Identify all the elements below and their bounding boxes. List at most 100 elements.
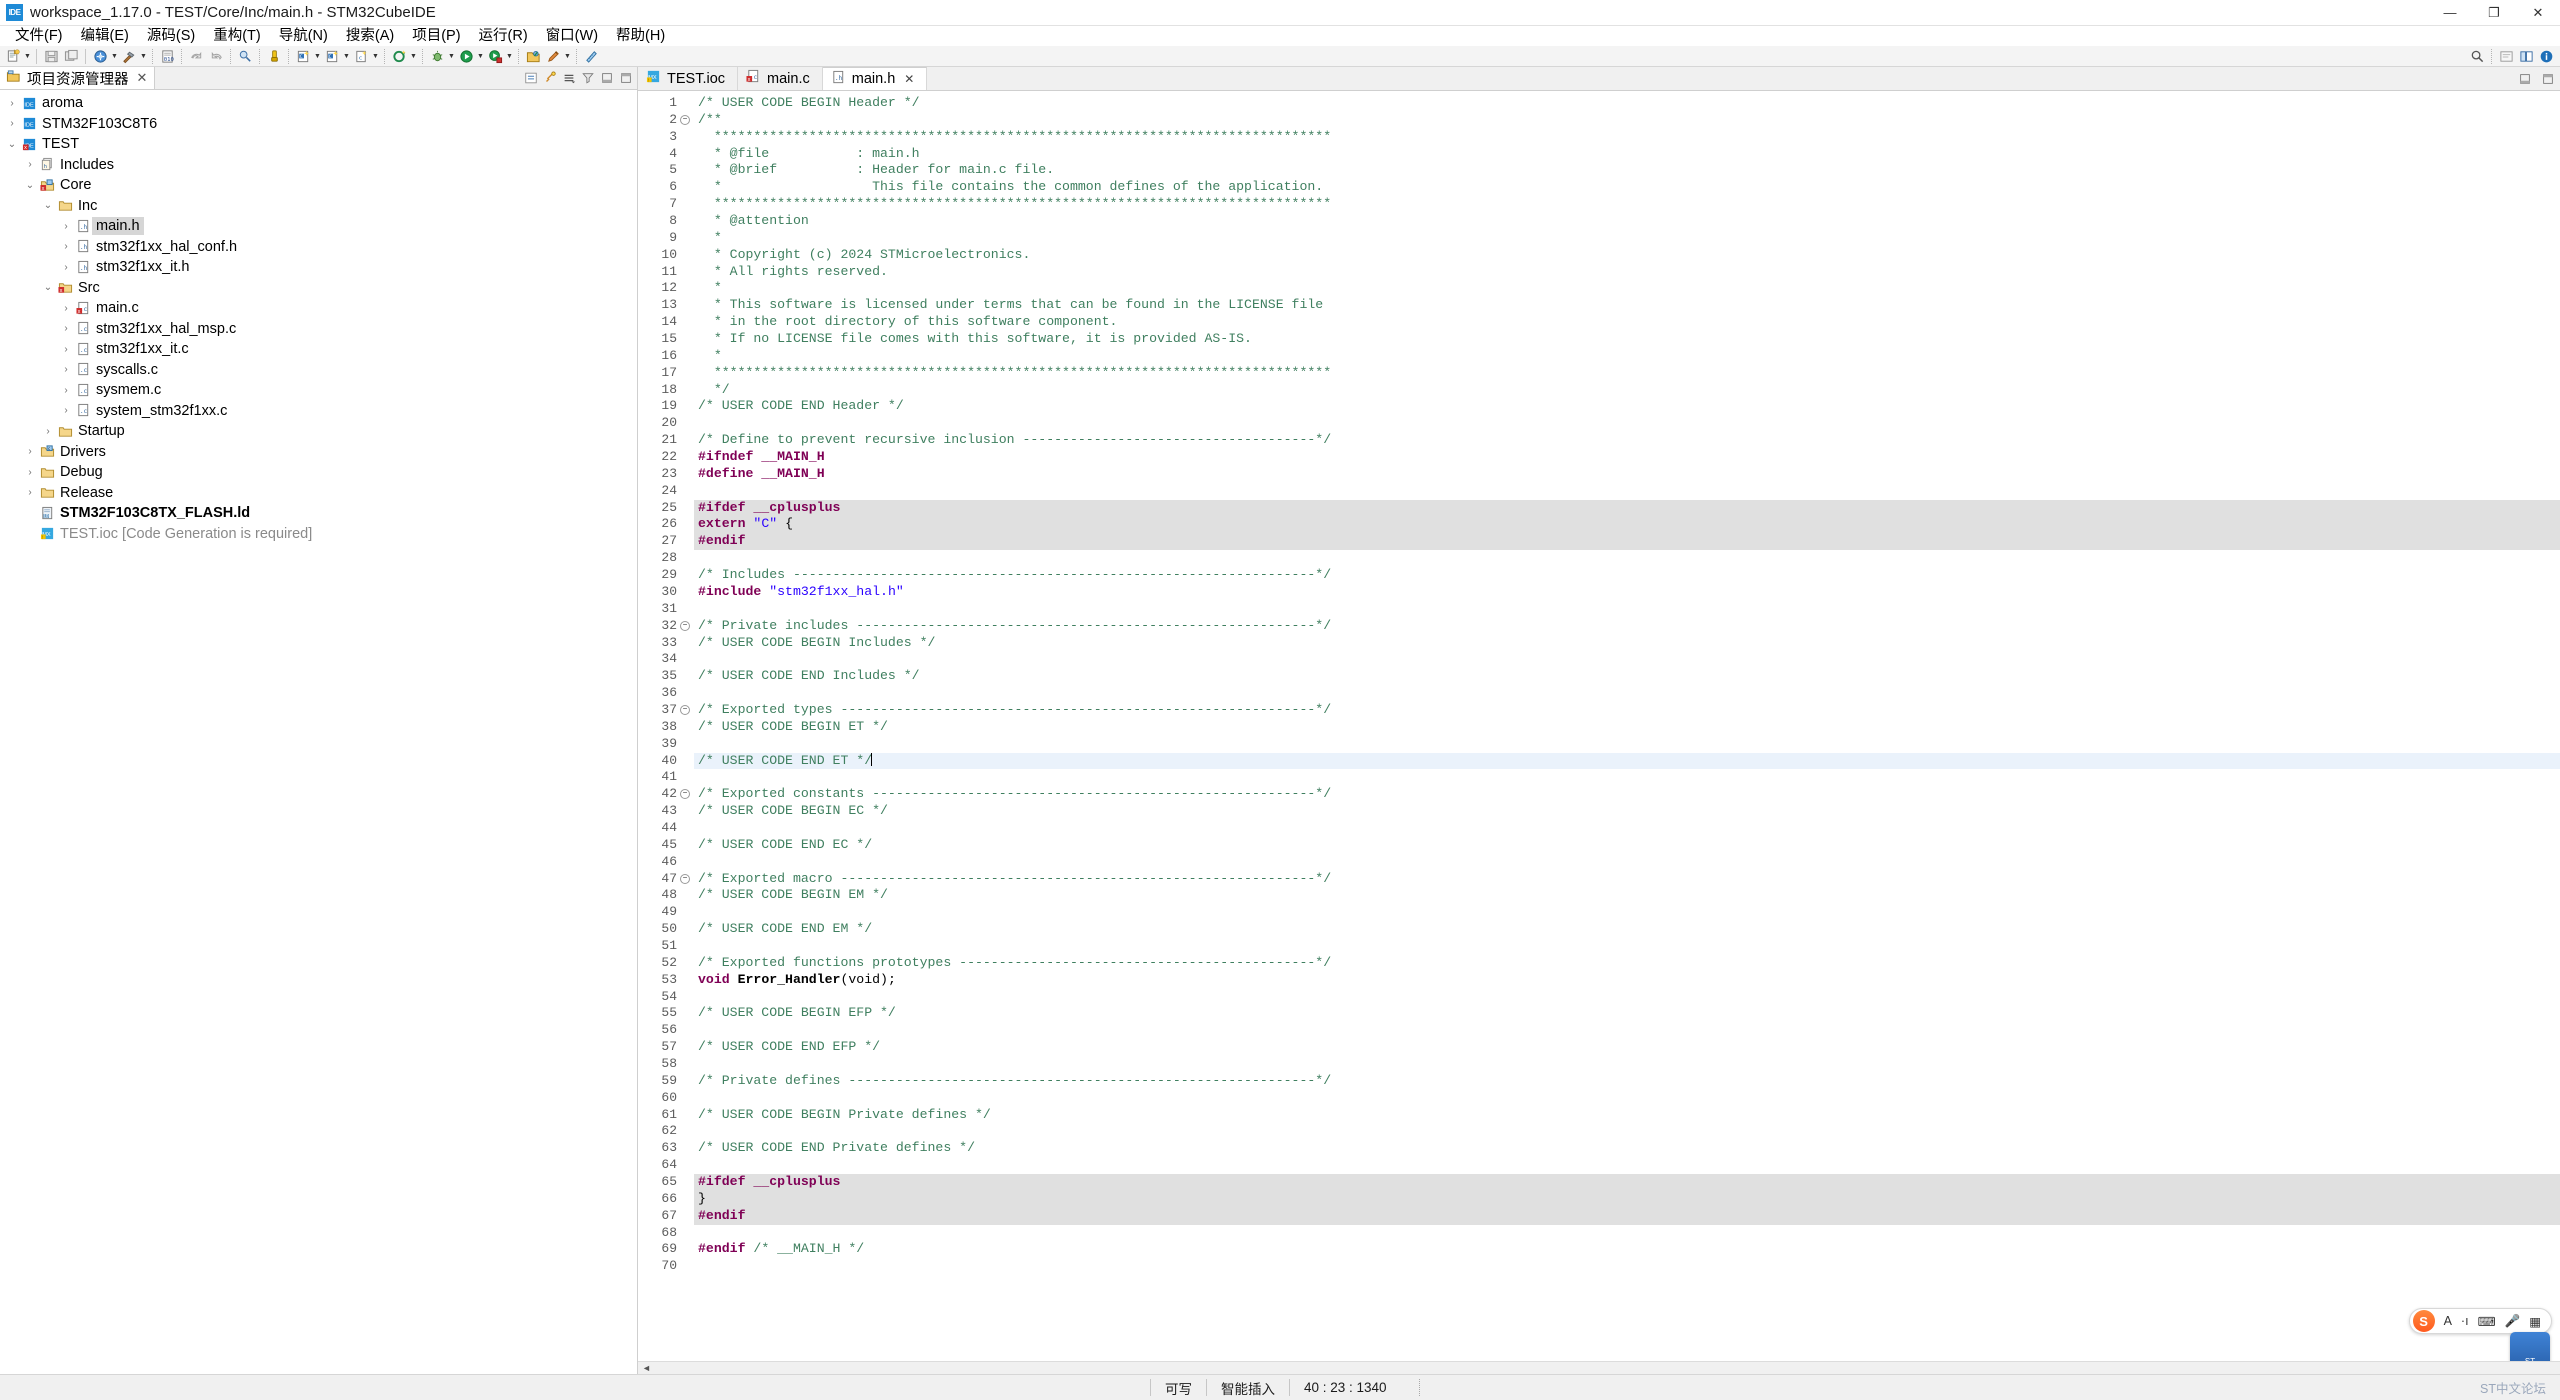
code-line[interactable]: ****************************************… (694, 129, 2560, 146)
code-line[interactable]: /* USER CODE END EM */ (694, 921, 2560, 938)
code-line[interactable] (694, 550, 2560, 567)
ime-punct-icon[interactable]: ·ı (2461, 1314, 2469, 1328)
code-line[interactable]: void Error_Handler(void); (694, 972, 2560, 989)
collapse-all-icon[interactable] (522, 70, 539, 87)
close-icon[interactable]: ✕ (137, 70, 148, 86)
ime-voice-icon[interactable]: 🎤 (2505, 1314, 2521, 1329)
fold-collapse-icon[interactable]: − (680, 704, 690, 715)
run-icon[interactable] (457, 47, 475, 65)
bug-debug-icon[interactable] (428, 47, 446, 65)
code-line[interactable]: /* Exported types ----------------------… (694, 702, 2560, 719)
build-hammer-dropdown-icon[interactable]: ▼ (139, 47, 148, 65)
code-line[interactable]: /* USER CODE END EC */ (694, 837, 2560, 854)
menu-search[interactable]: 搜索(A) (337, 26, 403, 46)
code-line[interactable]: /** (694, 112, 2560, 129)
new-c-project-dropdown-icon[interactable]: ▼ (313, 47, 322, 65)
code-line[interactable]: /* USER CODE BEGIN EFP */ (694, 1005, 2560, 1022)
horizontal-scrollbar[interactable]: ◄ (638, 1361, 2560, 1374)
code-line[interactable]: /* USER CODE END ET */ (694, 752, 2560, 770)
code-line[interactable]: #ifdef __cplusplus (694, 499, 2560, 517)
fold-collapse-icon[interactable]: − (680, 620, 690, 631)
bug-debug-dropdown-icon[interactable]: ▼ (447, 47, 456, 65)
code-line[interactable] (694, 1123, 2560, 1140)
menu-project[interactable]: 项目(P) (403, 26, 469, 46)
search-prev-icon[interactable] (236, 47, 254, 65)
code-line[interactable] (694, 601, 2560, 618)
new-cpp-project-icon[interactable]: C (323, 47, 341, 65)
pencil-edit-icon[interactable] (544, 47, 562, 65)
menu-source[interactable]: 源码(S) (138, 26, 204, 46)
code-line[interactable] (694, 820, 2560, 837)
code-line[interactable]: * @attention (694, 213, 2560, 230)
code-line[interactable] (694, 685, 2560, 702)
tree-item-sysmem.c[interactable]: › .c sysmem.c (0, 380, 637, 401)
menu-edit[interactable]: 编辑(E) (72, 26, 138, 46)
tree-item-syscalls.c[interactable]: › .c syscalls.c (0, 360, 637, 381)
close-icon[interactable]: ✕ (904, 72, 914, 86)
ime-floating-bar[interactable]: S A ·ı ⌨ 🎤 ▦ (2408, 1308, 2552, 1334)
code-line[interactable]: * (694, 348, 2560, 365)
code-line[interactable]: * Copyright (c) 2024 STMicroelectronics. (694, 247, 2560, 264)
project-tree[interactable]: › IDE aroma › IDE STM32F103C8T6 ⌄ IDE x TEST › h Inc… (0, 90, 637, 1374)
editor-tab-main.h[interactable]: .h main.h ✕ (822, 67, 928, 90)
chevron-right-icon[interactable]: › (22, 467, 38, 478)
code-line[interactable]: /* Exported functions prototypes -------… (694, 955, 2560, 972)
menu-refactor[interactable]: 重构(T) (204, 26, 270, 46)
chevron-right-icon[interactable]: › (58, 344, 74, 355)
ime-toolbox-icon[interactable]: ▦ (2529, 1314, 2541, 1329)
code-line[interactable] (694, 938, 2560, 955)
ime-lang-icon[interactable]: A (2444, 1314, 2452, 1328)
new-file-dropdown-icon[interactable]: ▼ (23, 47, 32, 65)
code-line[interactable] (694, 904, 2560, 921)
chevron-right-icon[interactable]: › (58, 262, 74, 273)
minimize-view-icon[interactable] (598, 70, 615, 87)
link-editor-icon[interactable] (541, 70, 558, 87)
code-line[interactable]: #ifndef __MAIN_H (694, 449, 2560, 466)
search-toolbar-icon[interactable] (2468, 47, 2486, 65)
code-line[interactable]: * This software is licensed under terms … (694, 297, 2560, 314)
sogou-logo-icon[interactable]: S (2412, 1310, 2435, 1332)
code-line[interactable]: #ifdef __cplusplus (694, 1174, 2560, 1191)
chevron-right-icon[interactable]: › (58, 364, 74, 375)
code-text-area[interactable]: /* USER CODE BEGIN Header *//** ********… (694, 91, 2560, 1374)
save-icon[interactable] (42, 47, 60, 65)
tree-item-TEST.ioc[interactable]: MX! TEST.ioc [Code Generation is required… (0, 524, 637, 545)
chevron-right-icon[interactable]: › (58, 241, 74, 252)
code-line[interactable]: /* USER CODE BEGIN ET */ (694, 719, 2560, 736)
tree-item-Inc[interactable]: ⌄ Inc (0, 196, 637, 217)
tree-item-Release[interactable]: › Release (0, 483, 637, 504)
new-c-file-dropdown-icon[interactable]: ▼ (371, 47, 380, 65)
code-line[interactable] (694, 1022, 2560, 1039)
pencil-edit-dropdown-icon[interactable]: ▼ (563, 47, 572, 65)
close-button[interactable]: ✕ (2516, 0, 2560, 26)
tree-item-STM32F103C8TX_FLASH.ld[interactable]: LD STM32F103C8TX_FLASH.ld (0, 503, 637, 524)
build-all-dropdown-icon[interactable]: ▼ (110, 47, 119, 65)
code-line[interactable]: * @file : main.h (694, 146, 2560, 163)
code-line[interactable] (694, 1090, 2560, 1107)
tab-project-explorer[interactable]: 项目资源管理器 ✕ (0, 67, 156, 89)
code-line[interactable]: * If no LICENSE file comes with this sof… (694, 331, 2560, 348)
build-all-icon[interactable] (91, 47, 109, 65)
chevron-right-icon[interactable]: › (22, 159, 38, 170)
code-line[interactable] (694, 1157, 2560, 1174)
code-line[interactable]: /* USER CODE END Includes */ (694, 668, 2560, 685)
generate-code-dropdown-icon[interactable]: ▼ (409, 47, 418, 65)
run-dropdown-icon[interactable]: ▼ (476, 47, 485, 65)
menu-window[interactable]: 窗口(W) (537, 26, 607, 46)
undo-icon[interactable] (187, 47, 205, 65)
build-hammer-icon[interactable] (120, 47, 138, 65)
code-line[interactable]: /* USER CODE END Header */ (694, 398, 2560, 415)
tree-item-system_stm32f1xx.c[interactable]: › .c system_stm32f1xx.c (0, 401, 637, 422)
new-cpp-project-dropdown-icon[interactable]: ▼ (342, 47, 351, 65)
fold-collapse-icon[interactable]: − (680, 873, 690, 884)
code-line[interactable]: /* Exported constants ------------------… (694, 786, 2560, 803)
quick-access-icon[interactable] (2497, 47, 2515, 65)
save-all-icon[interactable] (62, 47, 80, 65)
code-line[interactable] (694, 1258, 2560, 1275)
generate-code-icon[interactable] (390, 47, 408, 65)
view-menu-icon[interactable] (560, 70, 577, 87)
code-line[interactable] (694, 1225, 2560, 1242)
code-line[interactable]: /* Define to prevent recursive inclusion… (694, 432, 2560, 449)
chevron-down-icon[interactable]: ⌄ (4, 139, 20, 150)
minimize-button[interactable]: — (2428, 0, 2472, 26)
